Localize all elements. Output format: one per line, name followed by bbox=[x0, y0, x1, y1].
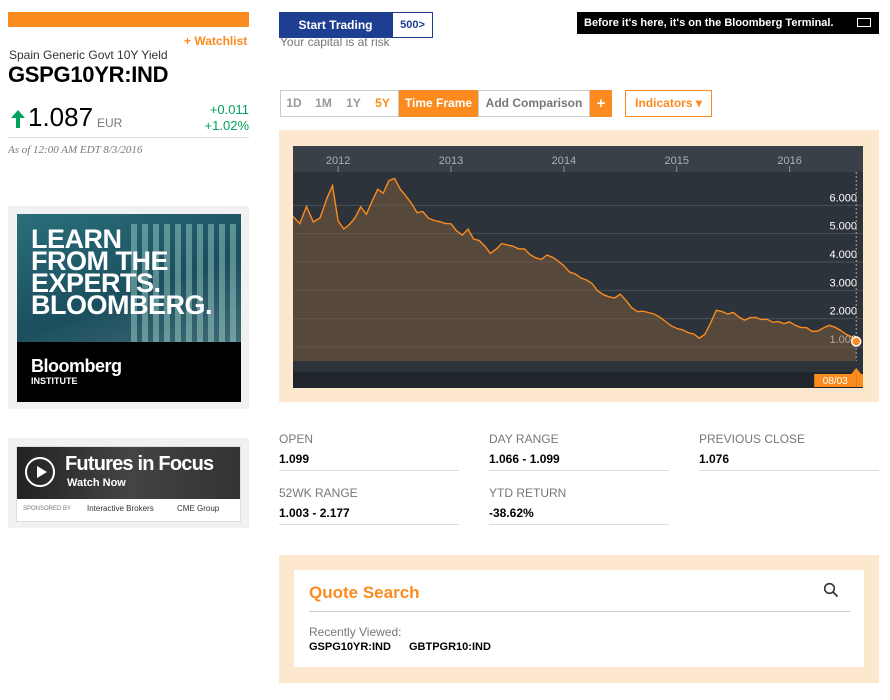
x-tick-label: 2013 bbox=[439, 155, 463, 167]
recent-ticker-link[interactable]: GBTPGR10:IND bbox=[409, 641, 491, 653]
tab-1y[interactable]: 1Y bbox=[340, 90, 367, 117]
tab-5y[interactable]: 5Y bbox=[367, 90, 399, 117]
y-tick-label: 3.000 bbox=[829, 277, 857, 289]
y-tick-label: 2.000 bbox=[829, 306, 857, 318]
stat-open-value: 1.099 bbox=[279, 452, 310, 466]
chart-footer-band bbox=[293, 372, 863, 388]
divider bbox=[279, 470, 459, 471]
ad-sponsor-ib: Interactive Brokers bbox=[87, 504, 154, 513]
ad-banner: Futures in Focus Watch Now bbox=[17, 447, 240, 499]
watchlist-button[interactable]: + Watchlist bbox=[184, 34, 247, 48]
ad-footer: Bloomberg INSTITUTE bbox=[17, 342, 241, 402]
divider bbox=[489, 524, 669, 525]
bloomberg-institute-ad[interactable]: LEARN FROM THE EXPERTS. BLOOMBERG. Bloom… bbox=[17, 214, 241, 402]
ad-sponsor-label: SPONSORED BY bbox=[23, 506, 72, 512]
ad-watch-now: Watch Now bbox=[67, 477, 126, 489]
risk-disclaimer: Your capital is at risk bbox=[280, 35, 390, 49]
y-tick-label: 6.000 bbox=[829, 192, 857, 204]
indicators-dropdown[interactable]: Indicators ▾ bbox=[625, 90, 712, 117]
quote-search-underline bbox=[309, 611, 850, 612]
quote-search-title[interactable]: Quote Search bbox=[309, 583, 420, 603]
futures-in-focus-ad[interactable]: Futures in Focus Watch Now SPONSORED BY … bbox=[16, 446, 241, 522]
divider bbox=[489, 470, 669, 471]
x-tick-label: 2014 bbox=[552, 155, 576, 167]
ticker-symbol: GSPG10YR:IND bbox=[8, 62, 169, 87]
ad-headline: LEARN FROM THE EXPERTS. BLOOMBERG. bbox=[31, 224, 213, 320]
stat-previous-close-value: 1.076 bbox=[699, 452, 730, 466]
last-point-marker bbox=[850, 336, 862, 347]
price-change-percent: +1.02% bbox=[204, 118, 249, 133]
stat-day-range-label: DAY RANGE bbox=[489, 432, 559, 446]
last-point-date-label: 08/03 bbox=[823, 376, 848, 387]
play-icon bbox=[25, 457, 55, 487]
terminal-banner-text: Before it's here, it's on the Bloomberg … bbox=[584, 17, 834, 29]
divider bbox=[699, 470, 879, 471]
stat-previous-close-label: PREVIOUS CLOSE bbox=[699, 432, 806, 446]
security-name: Spain Generic Govt 10Y Yield bbox=[9, 48, 168, 62]
y-tick-label: 5.000 bbox=[829, 221, 857, 233]
tab-1m[interactable]: 1M bbox=[307, 90, 340, 117]
tab-1d[interactable]: 1D bbox=[280, 90, 307, 117]
terminal-icon bbox=[857, 18, 871, 27]
price-change: +0.011 bbox=[209, 102, 249, 117]
x-tick-label: 2016 bbox=[777, 155, 801, 167]
header-accent-bar bbox=[8, 12, 249, 27]
arrow-up-icon bbox=[11, 110, 25, 128]
yield-chart[interactable]: 6.0005.0004.0003.0002.0001.0002012201320… bbox=[293, 146, 863, 388]
recently-viewed-label: Recently Viewed: bbox=[309, 625, 402, 639]
price-currency: EUR bbox=[97, 116, 123, 130]
s500-logo[interactable]: 500> bbox=[392, 12, 433, 38]
ad-title: Futures in Focus bbox=[65, 453, 214, 475]
stat-52wk-range-value: 1.003 - 2.177 bbox=[279, 506, 350, 520]
stat-open-label: OPEN bbox=[279, 432, 314, 446]
stat-day-range-value: 1.066 - 1.099 bbox=[489, 452, 560, 466]
time-frame-button[interactable]: Time Frame bbox=[399, 90, 478, 117]
x-tick-label: 2015 bbox=[665, 155, 689, 167]
x-tick-label: 2012 bbox=[326, 155, 350, 167]
add-comparison-button[interactable]: + bbox=[590, 90, 612, 117]
stat-ytd-return-label: YTD RETURN bbox=[489, 486, 567, 500]
as-of-timestamp: As of 12:00 AM EDT 8/3/2016 bbox=[8, 144, 143, 156]
price-value: 1.087 bbox=[28, 102, 94, 132]
y-tick-label: 4.000 bbox=[829, 249, 857, 261]
ad-brand-sub: INSTITUTE bbox=[31, 376, 78, 386]
terminal-banner[interactable]: Before it's here, it's on the Bloomberg … bbox=[577, 12, 879, 34]
ad-sponsor-cme: CME Group bbox=[177, 504, 220, 513]
recent-ticker-link[interactable]: GSPG10YR:IND bbox=[309, 641, 391, 653]
stat-ytd-return-value: -38.62% bbox=[489, 506, 534, 520]
price-block: 1.087 EUR +0.011 +1.02% bbox=[8, 100, 249, 138]
ad-brand: Bloomberg bbox=[31, 356, 122, 376]
divider bbox=[279, 524, 459, 525]
add-comparison-input[interactable]: Add Comparison bbox=[478, 90, 590, 117]
search-icon[interactable] bbox=[823, 582, 839, 598]
stat-52wk-range-label: 52WK RANGE bbox=[279, 486, 358, 500]
